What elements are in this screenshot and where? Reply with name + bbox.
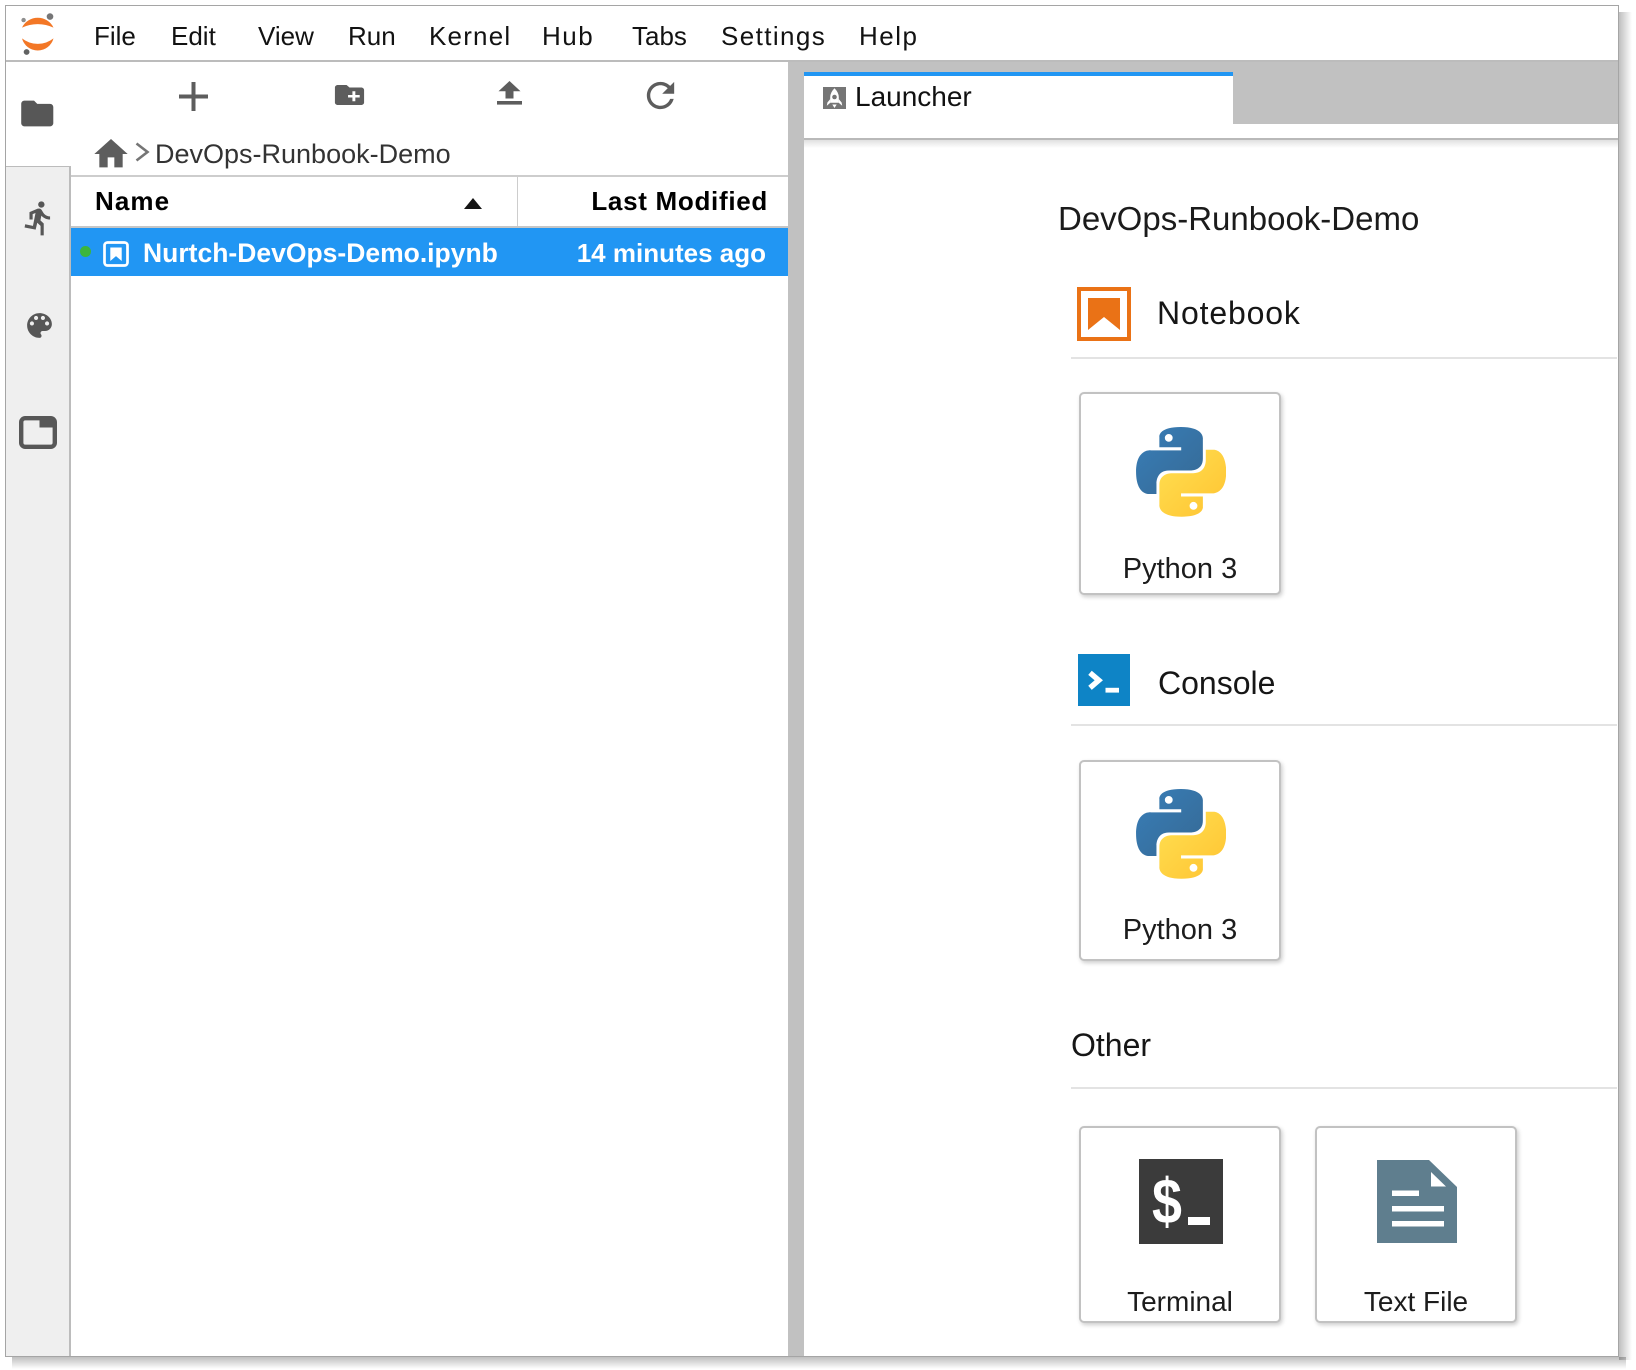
- svg-text:$: $: [1152, 1165, 1182, 1238]
